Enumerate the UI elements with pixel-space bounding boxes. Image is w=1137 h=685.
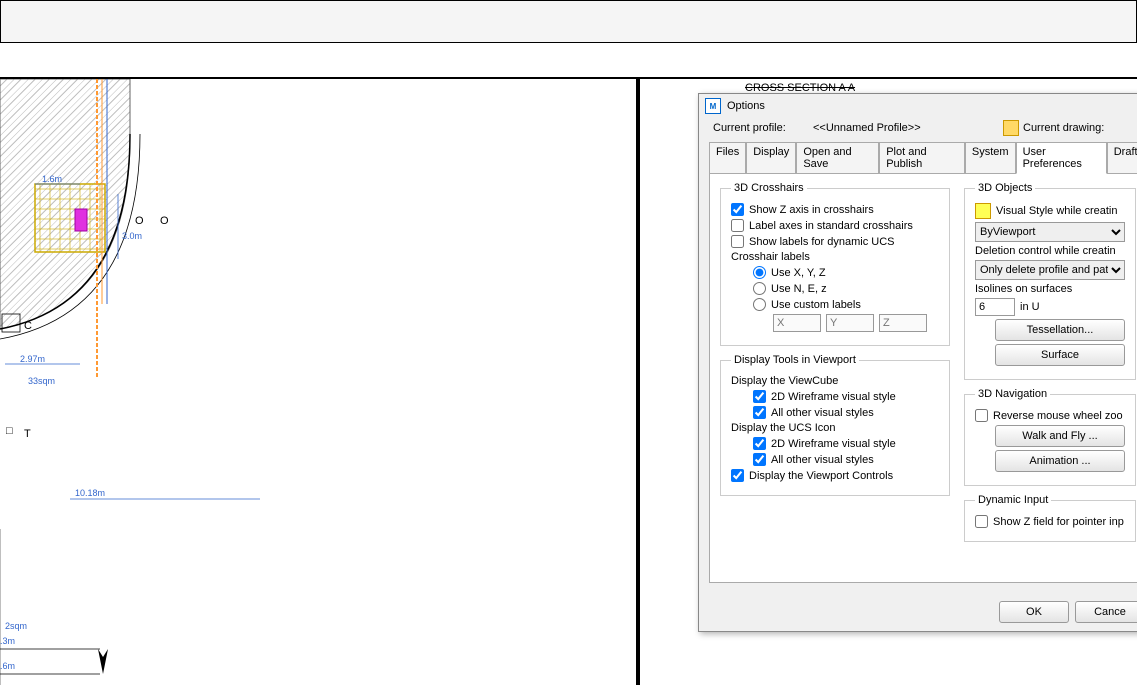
top-toolbar [0, 0, 1137, 43]
3d-crosshairs-legend: 3D Crosshairs [731, 182, 807, 194]
custom-x-input[interactable] [773, 314, 821, 332]
surface-button[interactable]: Surface [995, 344, 1125, 366]
tab-open-and-save[interactable]: Open and Save [796, 142, 879, 174]
viewcube-all-other-checkbox[interactable] [753, 406, 766, 419]
svg-text:10.18m: 10.18m [75, 488, 105, 498]
svg-text:T: T [24, 428, 31, 440]
use-xyz-label: Use X, Y, Z [771, 267, 826, 279]
ok-button[interactable]: OK [999, 601, 1069, 623]
reverse-wheel-checkbox[interactable] [975, 409, 988, 422]
svg-text:□: □ [6, 425, 13, 437]
tessellation-button[interactable]: Tessellation... [995, 319, 1125, 341]
isolines-u-input[interactable] [975, 298, 1015, 316]
deletion-control-select[interactable]: Only delete profile and path c [975, 260, 1125, 280]
viewcube-all-other-label: All other visual styles [771, 407, 874, 419]
dynamic-input-legend: Dynamic Input [975, 494, 1051, 506]
3d-navigation-legend: 3D Navigation [975, 388, 1050, 400]
display-tools-group: Display Tools in Viewport Display the Vi… [720, 354, 950, 496]
show-z-field-checkbox[interactable] [975, 515, 988, 528]
3d-crosshairs-group: 3D Crosshairs Show Z axis in crosshairs … [720, 182, 950, 346]
tab-system[interactable]: System [965, 142, 1016, 174]
cancel-button[interactable]: Cance [1075, 601, 1137, 623]
ucs-2d-wire-checkbox[interactable] [753, 437, 766, 450]
label-axes-checkbox[interactable] [731, 219, 744, 232]
ucs-2d-wire-label: 2D Wireframe visual style [771, 438, 896, 450]
svg-text:3.0m: 3.0m [122, 231, 142, 241]
show-labels-dyn-ucs-checkbox[interactable] [731, 235, 744, 248]
use-custom-radio[interactable] [753, 298, 766, 311]
dialog-title-text: Options [727, 100, 765, 112]
show-z-axis-checkbox[interactable] [731, 203, 744, 216]
current-drawing-label: Current drawing: [1023, 122, 1104, 134]
tabs-bar: Files Display Open and Save Plot and Pub… [709, 142, 1137, 173]
in-u-label: in U [1020, 301, 1040, 313]
visual-style-select[interactable]: ByViewport [975, 222, 1125, 242]
svg-text:.6m: .6m [0, 661, 15, 671]
tab-display[interactable]: Display [746, 142, 796, 174]
3d-navigation-group: 3D Navigation Reverse mouse wheel zoo Wa… [964, 388, 1136, 486]
viewport-controls-checkbox[interactable] [731, 469, 744, 482]
animation-button[interactable]: Animation ... [995, 450, 1125, 472]
viewcube-2d-wire-checkbox[interactable] [753, 390, 766, 403]
app-icon: M [705, 98, 721, 114]
tab-body: 3D Crosshairs Show Z axis in crosshairs … [709, 173, 1137, 583]
cad-drawing: 1.6m 3.0m 2.97m 33sqm 10.18m 2sqm .3m .6… [0, 79, 640, 685]
display-viewcube-label: Display the ViewCube [731, 375, 939, 387]
use-nez-radio[interactable] [753, 282, 766, 295]
show-z-field-label: Show Z field for pointer inp [993, 516, 1124, 528]
viewport-controls-label: Display the Viewport Controls [749, 470, 893, 482]
cad-drawing-area[interactable]: 1.6m 3.0m 2.97m 33sqm 10.18m 2sqm .3m .6… [0, 79, 640, 685]
show-labels-dyn-ucs-label: Show labels for dynamic UCS [749, 236, 895, 248]
visual-style-label: Visual Style while creatin [996, 205, 1117, 217]
isolines-label: Isolines on surfaces [975, 283, 1125, 295]
svg-text:O: O [160, 215, 169, 227]
use-nez-label: Use N, E, z [771, 283, 827, 295]
crosshair-labels-label: Crosshair labels [731, 251, 939, 263]
custom-y-input[interactable] [826, 314, 874, 332]
tab-drafting[interactable]: Drafti [1107, 142, 1137, 174]
3d-objects-group: 3D Objects Visual Style while creatin By… [964, 182, 1136, 380]
svg-text:.3m: .3m [0, 636, 15, 646]
svg-text:33sqm: 33sqm [28, 376, 55, 386]
ucs-all-other-checkbox[interactable] [753, 453, 766, 466]
tab-user-preferences[interactable]: User Preferences [1016, 142, 1107, 174]
current-profile-label: Current profile: [713, 122, 813, 134]
options-dialog: M Options Current profile: <<Unnamed Pro… [698, 93, 1137, 632]
dialog-buttons: OK Cance [699, 593, 1137, 631]
tab-plot-and-publish[interactable]: Plot and Publish [879, 142, 965, 174]
show-z-axis-label: Show Z axis in crosshairs [749, 204, 874, 216]
svg-text:C: C [24, 320, 32, 332]
label-axes-label: Label axes in standard crosshairs [749, 220, 913, 232]
use-custom-label: Use custom labels [771, 299, 861, 311]
3d-objects-legend: 3D Objects [975, 182, 1035, 194]
ucs-all-other-label: All other visual styles [771, 454, 874, 466]
deletion-control-label: Deletion control while creatin [975, 245, 1125, 257]
svg-text:2sqm: 2sqm [5, 621, 27, 631]
walk-and-fly-button[interactable]: Walk and Fly ... [995, 425, 1125, 447]
display-ucs-icon-label: Display the UCS Icon [731, 422, 939, 434]
svg-text:2.97m: 2.97m [20, 354, 45, 364]
reverse-wheel-label: Reverse mouse wheel zoo [993, 410, 1123, 422]
display-tools-legend: Display Tools in Viewport [731, 354, 859, 366]
svg-text:1.6m: 1.6m [42, 174, 62, 184]
tab-files[interactable]: Files [709, 142, 746, 174]
drawing-icon [1003, 120, 1019, 136]
visual-style-icon [975, 203, 991, 219]
use-xyz-radio[interactable] [753, 266, 766, 279]
current-profile-value: <<Unnamed Profile>> [813, 122, 1003, 134]
custom-z-input[interactable] [879, 314, 927, 332]
dynamic-input-group: Dynamic Input Show Z field for pointer i… [964, 494, 1136, 542]
svg-text:O: O [135, 215, 144, 227]
viewcube-2d-wire-label: 2D Wireframe visual style [771, 391, 896, 403]
